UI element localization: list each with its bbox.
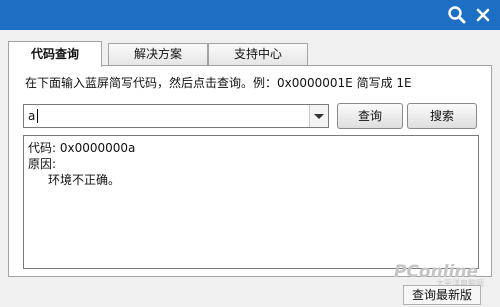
result-reason-label: 原因: [28, 157, 57, 171]
magnifier-icon [448, 6, 466, 24]
title-search-button[interactable] [446, 4, 468, 26]
result-reason-text: 环境不正确。 [48, 173, 121, 187]
close-icon [476, 8, 490, 22]
tab-support-center[interactable]: 支持中心 [208, 43, 308, 65]
tab-solutions[interactable]: 解决方案 [108, 43, 208, 65]
chevron-down-icon [314, 114, 324, 119]
instruction-text: 在下面输入蓝屏简写代码，然后点击查询。例：0x0000001E 简写成 1E [25, 76, 412, 90]
close-button[interactable] [472, 4, 494, 26]
query-button[interactable]: 查询 [337, 103, 403, 129]
watermark-logo: PConline 太平洋电脑网 [392, 259, 492, 288]
result-textarea[interactable]: 代码: 0x0000000a 原因: 环境不正确。 [23, 135, 479, 269]
tab-bar: 代码查询 解决方案 支持中心 [8, 41, 308, 67]
search-button[interactable]: 搜索 [407, 103, 477, 129]
text-cursor [37, 109, 38, 123]
combobox-dropdown-button[interactable] [309, 105, 328, 127]
tab-code-query[interactable]: 代码查询 [8, 41, 102, 67]
app-window: 代码查询 解决方案 支持中心 在下面输入蓝屏简写代码，然后点击查询。例：0x00… [0, 0, 500, 307]
title-bar [0, 0, 500, 30]
result-code-line: 代码: 0x0000000a [28, 141, 136, 155]
code-input-combobox[interactable]: a [23, 104, 329, 128]
code-query-panel: 在下面输入蓝屏简写代码，然后点击查询。例：0x0000001E 简写成 1E a… [8, 65, 492, 277]
code-input-value[interactable]: a [28, 109, 35, 123]
check-latest-version-button[interactable]: 查询最新版 [403, 285, 481, 305]
